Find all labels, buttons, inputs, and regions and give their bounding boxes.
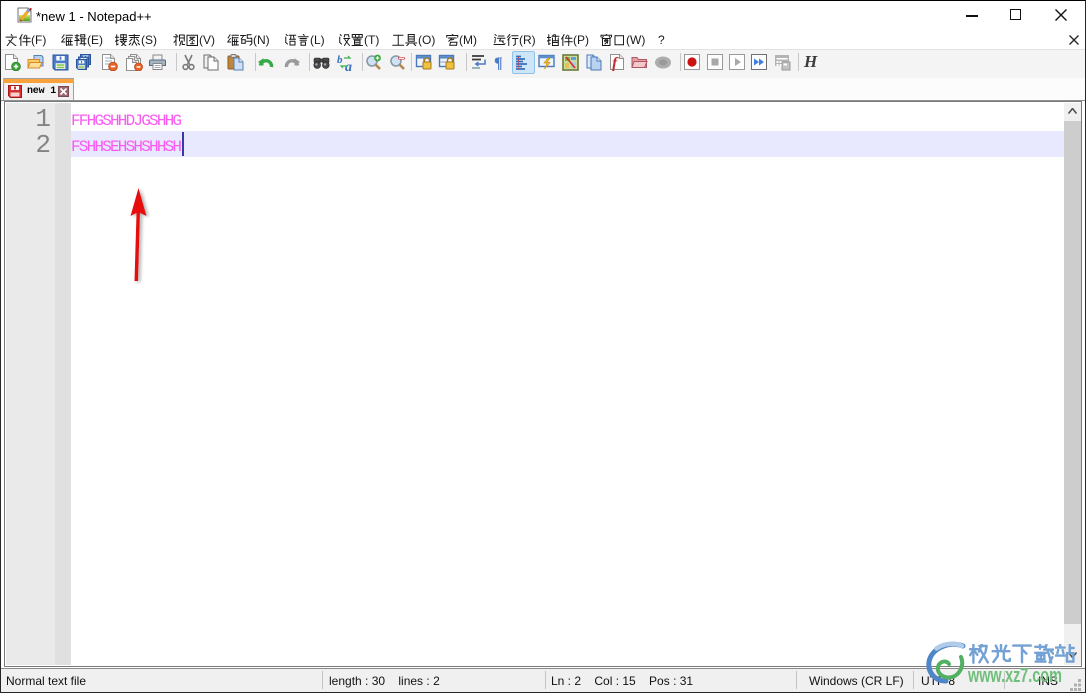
svg-text:¶: ¶ bbox=[494, 55, 503, 71]
svg-text:b: b bbox=[337, 54, 343, 66]
